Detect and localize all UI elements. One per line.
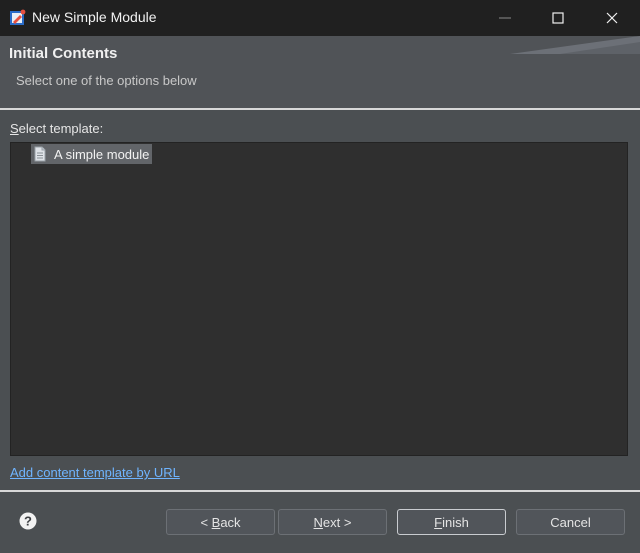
tree-item-simple-module[interactable]: A simple module bbox=[31, 144, 153, 164]
maximize-button[interactable] bbox=[531, 0, 585, 36]
select-template-label: Select template: bbox=[10, 121, 104, 136]
header-separator bbox=[0, 108, 640, 110]
title-bar: New Simple Module bbox=[0, 0, 640, 36]
template-tree[interactable]: A simple module bbox=[10, 142, 628, 456]
close-icon bbox=[606, 12, 618, 24]
cancel-button[interactable]: Cancel bbox=[516, 509, 625, 535]
help-icon[interactable]: ? bbox=[19, 512, 37, 530]
back-button[interactable]: < Back bbox=[166, 509, 275, 535]
maximize-icon bbox=[552, 12, 564, 24]
tree-item-label: A simple module bbox=[54, 146, 150, 162]
banner-graphic bbox=[510, 36, 640, 54]
svg-text:?: ? bbox=[24, 514, 32, 529]
next-button[interactable]: Next > bbox=[278, 509, 387, 535]
window-title: New Simple Module bbox=[32, 9, 157, 25]
page-title: Initial Contents bbox=[9, 45, 118, 62]
app-icon bbox=[10, 9, 26, 25]
close-button[interactable] bbox=[585, 0, 639, 36]
wizard-banner: Initial Contents Select one of the optio… bbox=[0, 36, 640, 108]
add-template-url-link[interactable]: Add content template by URL bbox=[10, 465, 180, 480]
footer-separator bbox=[0, 490, 640, 492]
file-icon bbox=[34, 146, 46, 162]
page-description: Select one of the options below bbox=[16, 73, 197, 88]
minimize-button[interactable] bbox=[478, 0, 532, 36]
minimize-icon bbox=[499, 17, 511, 19]
finish-button[interactable]: Finish bbox=[397, 509, 506, 535]
